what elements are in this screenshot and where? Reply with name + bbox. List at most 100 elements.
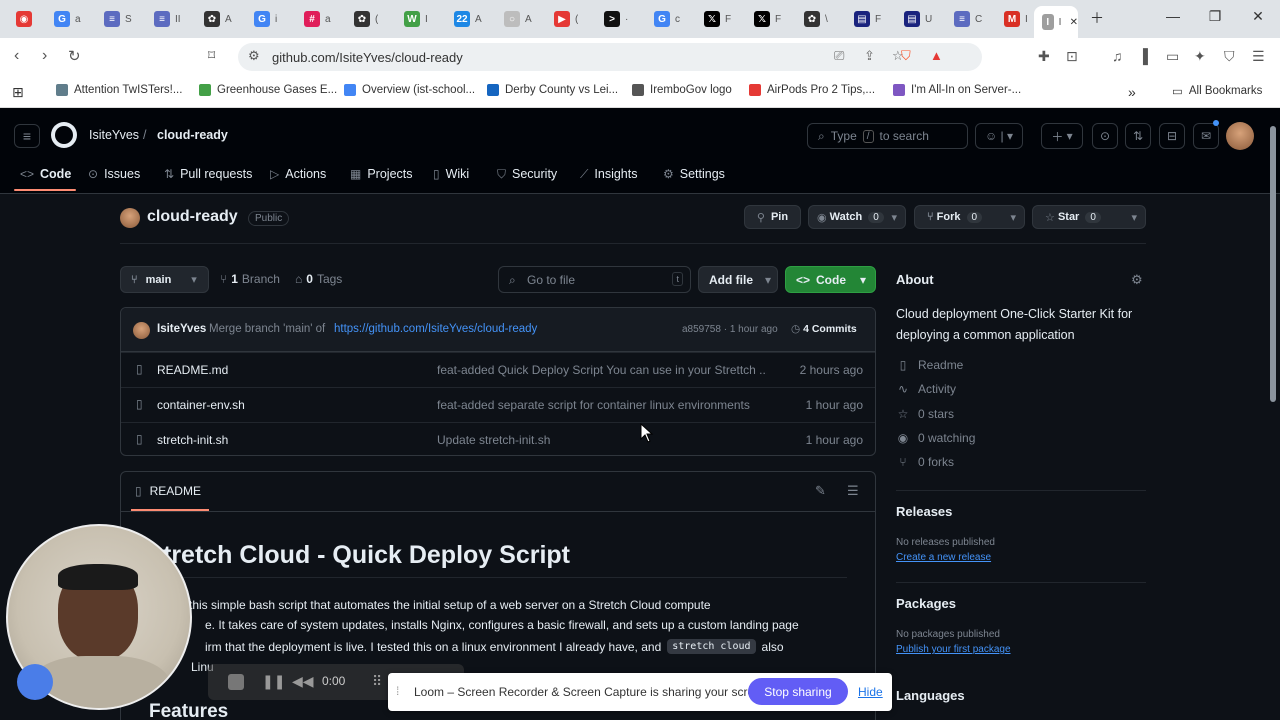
new-tab-plus-icon[interactable]: ＋ bbox=[1082, 8, 1112, 30]
file-name[interactable]: stretch-init.sh bbox=[157, 433, 228, 447]
code-button[interactable]: <> Code ▾ bbox=[785, 266, 876, 293]
avatar[interactable] bbox=[1226, 122, 1254, 150]
tags-link[interactable]: ⌂ 0 Tags bbox=[295, 272, 342, 286]
bookmark-item[interactable]: Greenhouse Gases E... bbox=[199, 84, 337, 96]
tab-actions[interactable]: ▷ Actions bbox=[270, 164, 326, 184]
reload-icon[interactable]: ↻ bbox=[68, 47, 81, 65]
file-row[interactable]: ▯ container-env.sh feat-added separate scr… bbox=[121, 387, 875, 422]
close-window-icon[interactable]: ✕ bbox=[1243, 8, 1273, 30]
grid-icon[interactable]: ⠿ bbox=[372, 673, 382, 690]
browser-tab[interactable]: ▤ U bbox=[896, 6, 932, 32]
add-file-button[interactable]: Add file ▾ bbox=[698, 266, 778, 293]
fork-button[interactable]: ⑂ Fork 0 ▾ bbox=[914, 205, 1025, 229]
loom-bubble-button[interactable] bbox=[17, 664, 53, 700]
stop-sharing-button[interactable]: Stop sharing bbox=[748, 678, 848, 705]
about-item[interactable]: ∿ Activity bbox=[896, 382, 956, 396]
stop-record-icon[interactable] bbox=[228, 674, 244, 690]
file-row[interactable]: ▯ README.md feat-added Quick Deploy Script… bbox=[121, 352, 875, 387]
browser-tab[interactable]: I I ✕ bbox=[1034, 6, 1078, 38]
brave-rewards-icon[interactable]: ▲ bbox=[930, 48, 943, 63]
drag-handle-icon[interactable]: ⁞ bbox=[396, 684, 399, 698]
about-item[interactable]: ⑂ 0 forks bbox=[896, 455, 954, 469]
publish-package-link[interactable]: Publish your first package bbox=[896, 644, 1011, 655]
url-text[interactable]: github.com/IsiteYves/cloud-ready bbox=[272, 50, 463, 65]
commit-author[interactable]: IsiteYves bbox=[157, 323, 206, 335]
tab-security[interactable]: ⛉ Security bbox=[497, 164, 557, 184]
extensions-icon[interactable]: ✚ bbox=[1038, 48, 1050, 65]
issues-icon[interactable]: ⊙ bbox=[1092, 123, 1118, 149]
scrollbar[interactable] bbox=[1269, 112, 1277, 716]
tab-projects[interactable]: ▦ Projects bbox=[350, 164, 413, 184]
go-to-file-input[interactable]: ⌕ Go to file t bbox=[498, 266, 691, 293]
breadcrumb-repo[interactable]: cloud-ready bbox=[157, 128, 228, 142]
browser-tab[interactable]: WI bbox=[396, 6, 428, 32]
create-release-link[interactable]: Create a new release bbox=[896, 552, 991, 563]
browser-tab[interactable]: ○ A bbox=[496, 6, 532, 32]
about-item[interactable]: ◉ 0 watching bbox=[896, 431, 976, 445]
browser-tab[interactable]: ▶( bbox=[546, 6, 578, 32]
minimize-icon[interactable]: — bbox=[1158, 8, 1188, 30]
apps-grid-icon[interactable]: ⊞ bbox=[12, 84, 24, 101]
browser-tab[interactable]: > · bbox=[596, 6, 628, 32]
browser-tab[interactable]: Gi bbox=[246, 6, 277, 32]
commits-link[interactable]: ◷ 4 Commits bbox=[791, 323, 857, 335]
browser-tab[interactable]: ▤ F bbox=[846, 6, 881, 32]
file-row[interactable]: ▯ stretch-init.sh Update stretch-init.sh 1 … bbox=[121, 422, 875, 455]
browser-tab[interactable]: ✿ \ bbox=[796, 6, 828, 32]
tab-issues[interactable]: ⊙ Issues bbox=[88, 164, 140, 184]
tab-code[interactable]: <> Code bbox=[20, 164, 71, 184]
address-bar[interactable]: ⚙ github.com/IsiteYves/cloud-ready ⎚ ⇪ ☆… bbox=[238, 43, 982, 71]
browser-tab[interactable]: 𝕏F bbox=[696, 6, 731, 32]
file-name[interactable]: container-env.sh bbox=[157, 398, 245, 412]
branch-selector[interactable]: ⑂ main ▾ bbox=[120, 266, 209, 293]
pin-button[interactable]: ⚲ Pin bbox=[744, 205, 801, 229]
pause-icon[interactable]: ❚❚ bbox=[262, 673, 285, 690]
menu-icon[interactable]: ☰ bbox=[1252, 48, 1265, 65]
branches-link[interactable]: ⑂ 1 Branch bbox=[220, 272, 280, 286]
browser-tab[interactable]: ≡ C bbox=[946, 6, 982, 32]
edit-pencil-icon[interactable]: ✎ bbox=[815, 483, 826, 499]
commit-hash-time[interactable]: a859758 · 1 hour ago bbox=[682, 324, 778, 335]
inbox-icon[interactable]: ✉ bbox=[1193, 123, 1219, 149]
tab-pull-requests[interactable]: ⇅ Pull requests bbox=[164, 164, 252, 184]
bookmark-item[interactable]: Attention TwISTers!... bbox=[56, 84, 182, 96]
bookmark-item[interactable]: IremboGov logo bbox=[632, 84, 732, 96]
bookmark-item[interactable]: AirPods Pro 2 Tips,... bbox=[749, 84, 875, 96]
close-tab-icon[interactable]: ✕ bbox=[1070, 17, 1078, 28]
leo-icon[interactable]: ✦ bbox=[1194, 48, 1206, 65]
brave-shield-icon[interactable]: ⛉ bbox=[901, 48, 911, 64]
search-input[interactable]: ⌕ Type / to search bbox=[807, 123, 968, 149]
browser-tab[interactable]: ≡ S bbox=[96, 6, 132, 32]
tab-settings[interactable]: ⚙ Settings bbox=[663, 164, 725, 184]
browser-tab[interactable]: Ga bbox=[46, 6, 81, 32]
hamburger-menu-icon[interactable]: ≡ bbox=[14, 124, 40, 148]
browser-tab[interactable]: ✿ A bbox=[196, 6, 232, 32]
browser-tab[interactable]: ≡ II bbox=[146, 6, 181, 32]
back-icon[interactable]: ‹ bbox=[14, 47, 19, 65]
tab-wiki[interactable]: ▯ Wiki bbox=[433, 164, 469, 184]
browser-tab[interactable]: Gc bbox=[646, 6, 680, 32]
pull-requests-icon[interactable]: ⇅ bbox=[1125, 123, 1151, 149]
browser-tab[interactable]: # a bbox=[296, 6, 331, 32]
create-new-button[interactable]: ＋ ▾ bbox=[1041, 123, 1083, 149]
forward-icon[interactable]: › bbox=[42, 47, 47, 65]
packages-title[interactable]: Packages bbox=[896, 596, 956, 611]
command-palette-icon[interactable]: ⊟ bbox=[1159, 123, 1185, 149]
about-item[interactable]: ☆ 0 stars bbox=[896, 407, 954, 421]
site-info-icon[interactable]: ⚙ bbox=[248, 48, 260, 64]
tab-insights[interactable]: ⟋ Insights bbox=[580, 164, 638, 184]
browser-tab[interactable]: ✿( bbox=[346, 6, 378, 32]
hide-button[interactable]: Hide bbox=[858, 685, 883, 699]
file-commit-message[interactable]: Update stretch-init.sh bbox=[437, 433, 550, 447]
file-commit-message[interactable]: feat-added Quick Deploy Script You can u… bbox=[437, 363, 767, 377]
watch-button[interactable]: ◉ Watch 0 ▾ bbox=[808, 205, 906, 229]
copilot-button[interactable]: ☺ | ▾ bbox=[975, 123, 1023, 149]
wallet-icon[interactable]: ▭ bbox=[1166, 48, 1179, 65]
about-item[interactable]: ▯ Readme bbox=[896, 358, 964, 372]
install-icon[interactable]: ⎚ bbox=[834, 48, 844, 64]
media-icon[interactable]: ♫ bbox=[1112, 48, 1123, 64]
releases-title[interactable]: Releases bbox=[896, 504, 952, 519]
browser-tab[interactable]: ◉ bbox=[8, 6, 32, 32]
more-bookmarks-icon[interactable]: » bbox=[1128, 84, 1136, 100]
sidebar-icon[interactable]: ▐ bbox=[1138, 48, 1148, 64]
